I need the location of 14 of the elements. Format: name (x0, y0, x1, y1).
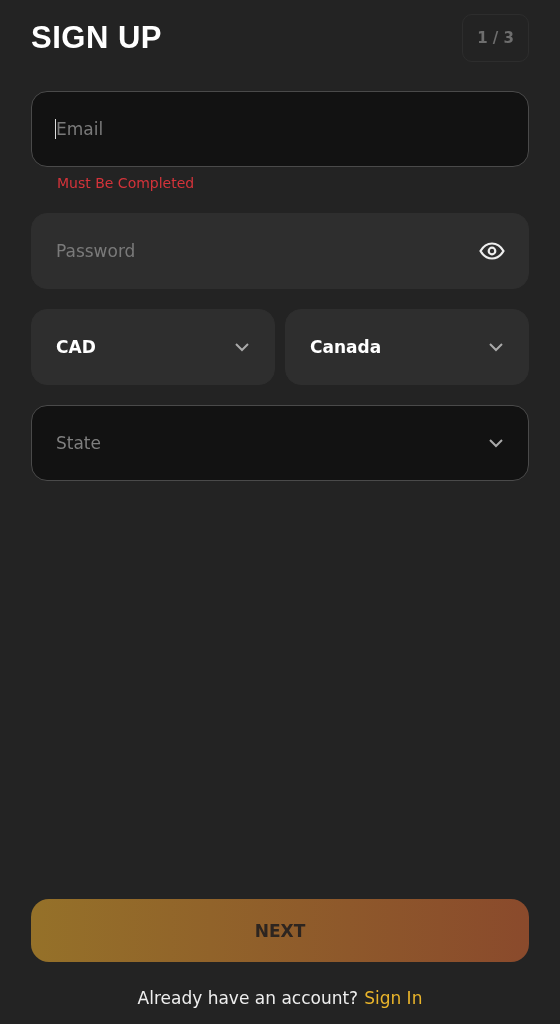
state-dropdown[interactable]: State (31, 405, 529, 481)
dropdown-select[interactable]: CAD (31, 309, 275, 385)
page-title: SIGN UP (31, 20, 162, 56)
error-message: Must Be Completed (57, 175, 195, 191)
dropdown-select[interactable]: Canada (285, 309, 529, 385)
chevron-down-icon (488, 438, 504, 448)
step-indicator: 1 / 3 (462, 14, 529, 62)
sign-in-link[interactable]: Sign In (364, 988, 423, 1008)
email-field[interactable]: Email (31, 91, 529, 167)
account-prompt: Already have an account? (137, 988, 359, 1008)
chevron-down-icon (488, 342, 504, 352)
chevron-down-icon (234, 342, 250, 352)
eye-icon[interactable] (479, 242, 505, 260)
password-field[interactable]: Password (31, 213, 529, 289)
